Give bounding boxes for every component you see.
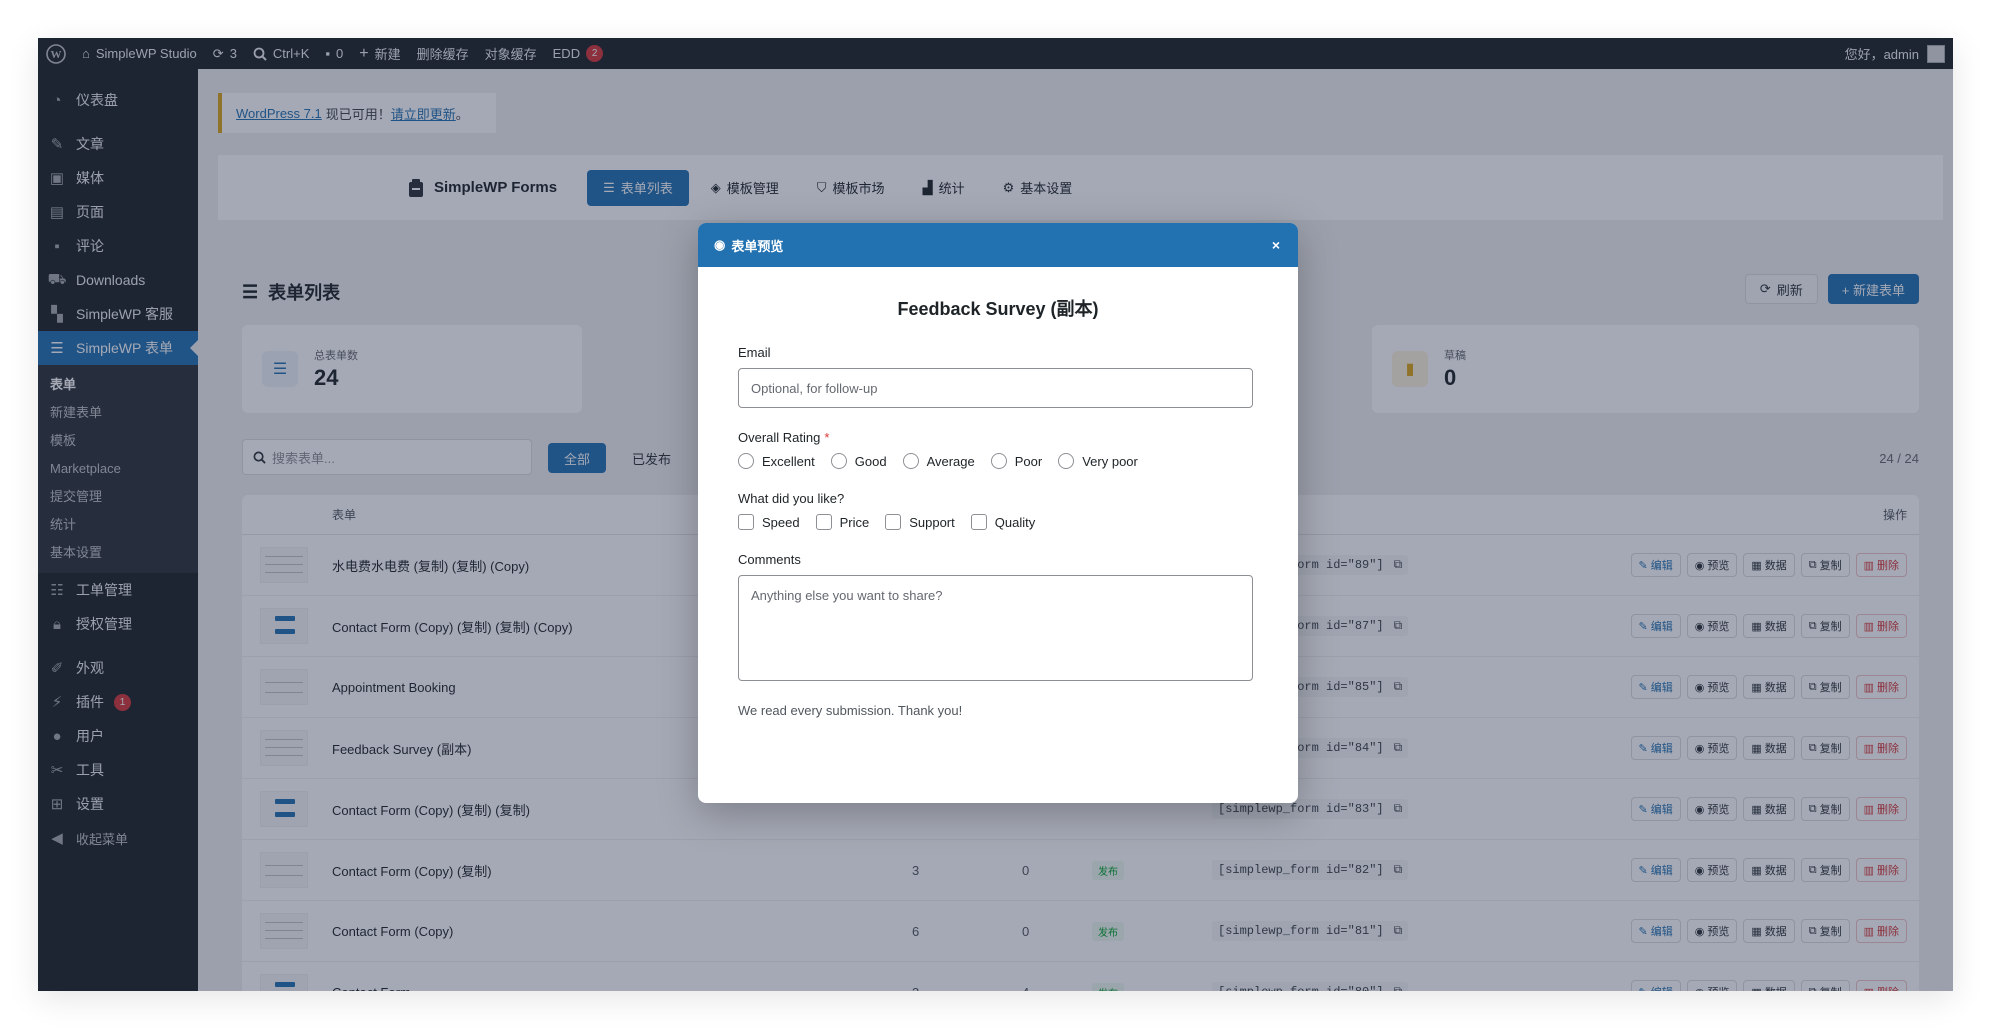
option-label: Quality [994,514,1036,530]
rating-options: Excellent Good Average Poor Very poor [738,453,1258,469]
rating-option[interactable]: Good [830,453,887,469]
like-option[interactable]: Support [885,514,955,530]
modal-header-title: 表单预览 [731,238,784,254]
option-label: Good [854,453,887,469]
option-label: Support [909,514,955,530]
checkbox[interactable] [738,514,754,530]
like-option[interactable]: Speed [738,514,800,530]
browser-frame: W ⌂ SimpleWP Studio ⟳ 3 Ctrl+K ▪ 0 + 新建 … [38,38,1953,991]
comments-textarea[interactable]: Anything else you want to share? [738,575,1253,681]
like-option[interactable]: Quality [970,514,1036,530]
modal-header: ◉ 表单预览 × [698,223,1298,267]
checkbox[interactable] [970,514,987,530]
option-label: Excellent [762,453,815,469]
checkbox[interactable] [885,514,902,530]
option-label: Average [926,453,975,469]
rating-option[interactable]: Average [902,453,975,469]
rating-option[interactable]: Very poor [1058,453,1138,469]
form-preview-modal: ◉ 表单预览 × Feedback Survey (副本) Email Opti… [698,223,1298,803]
option-label: Speed [762,514,800,530]
option-label: Very poor [1082,453,1138,469]
rating-option[interactable]: Excellent [738,453,815,469]
eye-icon: ◉ [714,237,726,252]
option-label: Poor [1014,453,1043,469]
radio-button[interactable] [902,453,919,469]
radio-button[interactable] [830,453,847,469]
close-icon[interactable]: × [1272,237,1280,253]
radio-button[interactable] [990,453,1007,469]
radio-button[interactable] [738,453,754,469]
email-placeholder: Optional, for follow-up [751,380,878,396]
like-label: What did you like? [738,491,845,506]
like-option[interactable]: Price [815,514,870,530]
checkbox[interactable] [815,514,832,530]
comments-placeholder: Anything else you want to share? [751,588,943,603]
rating-label-text: Overall Rating [738,430,821,445]
required-marker: * [824,430,830,445]
form-footer-text: We read every submission. Thank you! [738,703,963,718]
like-options: Speed Price Support Quality [738,514,1258,530]
rating-option[interactable]: Poor [990,453,1043,469]
rating-label: Overall Rating * [738,430,1258,445]
email-field[interactable]: Optional, for follow-up [738,368,1253,408]
modal-body: Feedback Survey (副本) Email Optional, for… [698,267,1298,718]
form-title: Feedback Survey (副本) [897,299,1099,319]
option-label: Price [839,514,870,530]
radio-button[interactable] [1058,453,1075,469]
email-label: Email [738,345,771,360]
comments-label: Comments [738,552,801,567]
